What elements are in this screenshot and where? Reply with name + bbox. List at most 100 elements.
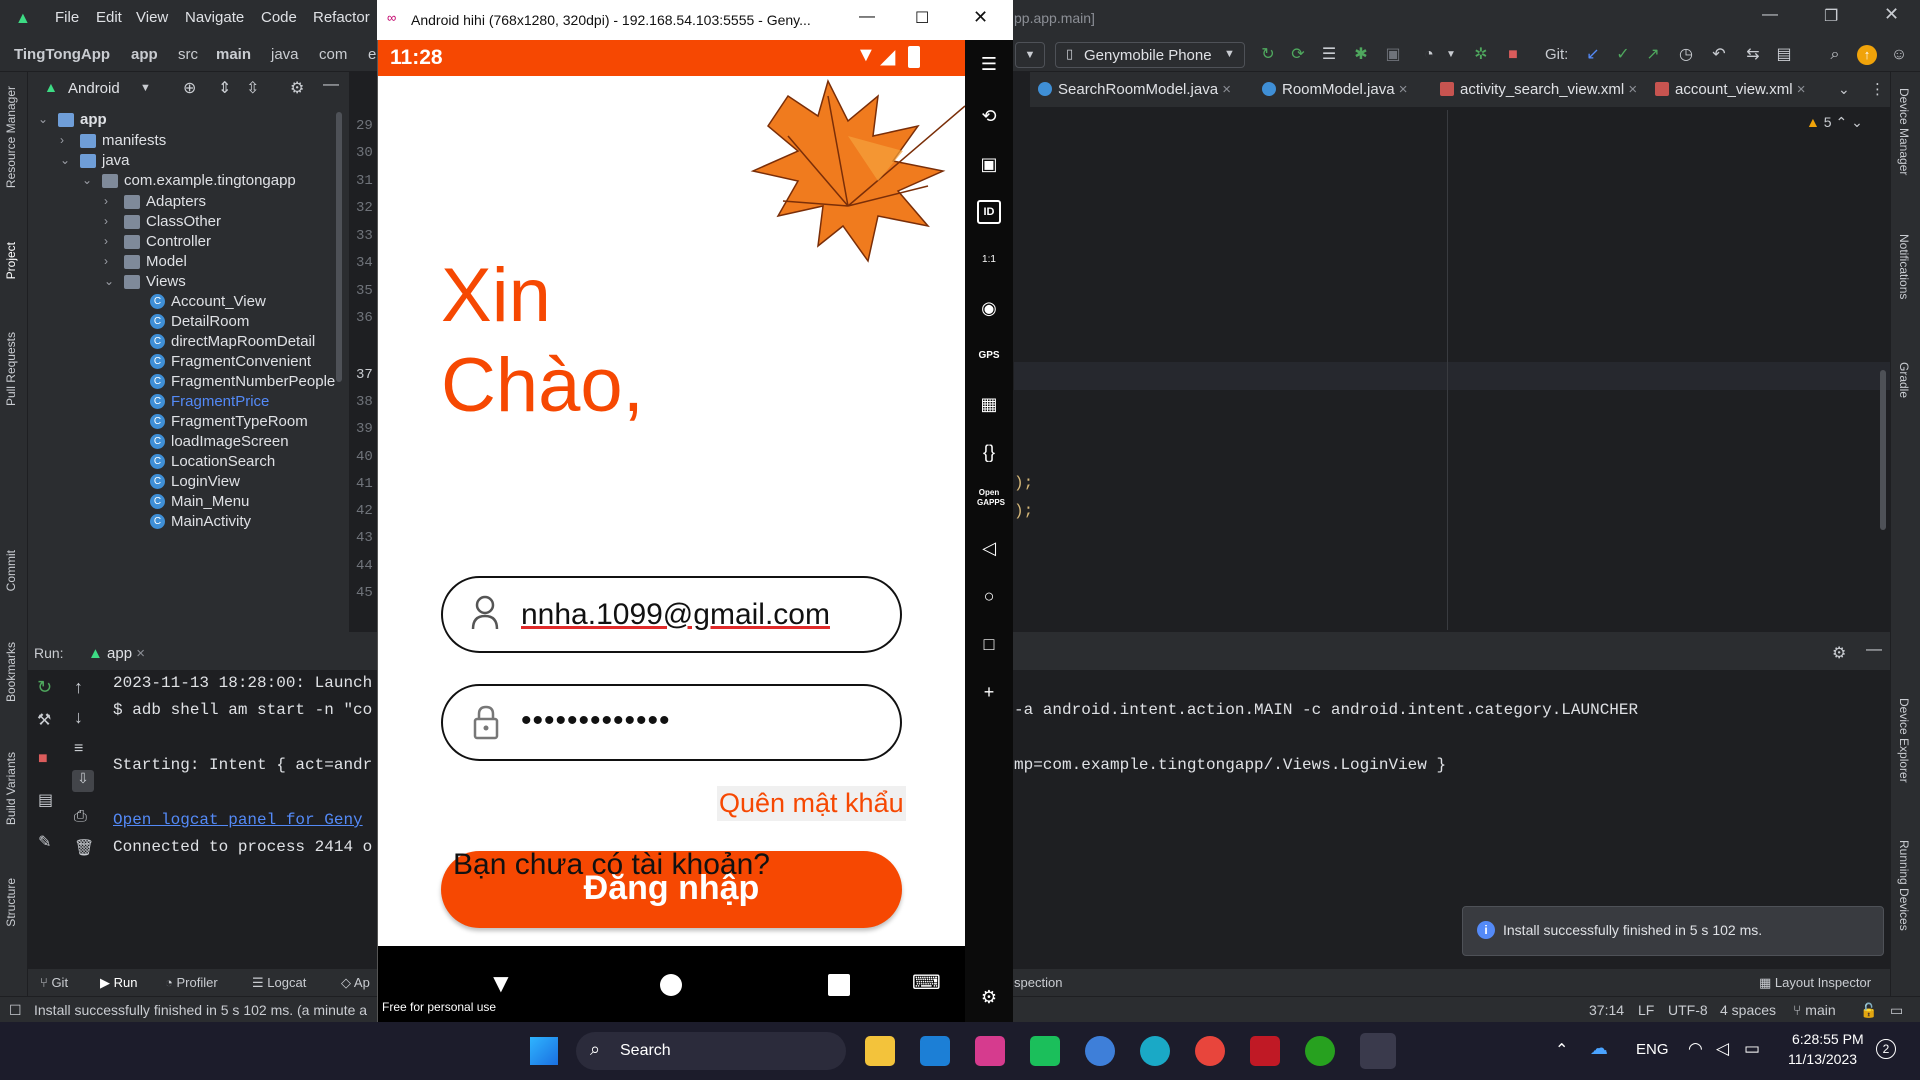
tool-tab-app-inspection[interactable]: spection [1014,975,1062,990]
stop-icon[interactable]: ■ [38,750,48,768]
chevron-down-icon[interactable]: ⌄ [82,173,92,187]
volume-icon[interactable]: ◁ [1716,1039,1729,1059]
tree-item-class[interactable]: C MainActivity [150,509,251,534]
email-field[interactable]: nnha.1099@gmail.com [441,576,902,653]
updates-icon[interactable]: ↑ [1857,45,1877,65]
sync-gradle-icon[interactable]: ⇆ [1742,44,1764,66]
layout-icon[interactable]: ☰ [1318,44,1340,66]
arrow-up-icon[interactable]: ↑ [74,677,83,698]
tab-activity-search-view[interactable]: activity_search_view.xml × [1440,81,1637,98]
ide-close-button[interactable]: ✕ [1884,4,1899,25]
install-notification[interactable]: i Install successfully finished in 5 s 1… [1462,906,1884,956]
chevron-right-icon[interactable]: › [104,254,108,268]
clock-date[interactable]: 11/13/2023 [1788,1051,1857,1067]
pixel-perfect-icon[interactable]: 1:1 [977,248,1001,272]
tool-device-explorer[interactable]: Device Explorer [1897,698,1911,783]
tabs-overflow-icon[interactable]: ⌄ [1838,81,1850,98]
breadcrumb-main[interactable]: main [216,46,251,63]
minimize-panel-icon[interactable]: — [1866,641,1882,659]
print-icon[interactable]: ⎙ [74,808,87,826]
nav-back-icon[interactable]: ▼ [488,968,514,999]
chevron-down-icon[interactable]: ⌄ [104,274,114,288]
profile-dropdown-icon[interactable]: ▼ [1440,44,1462,66]
editor-scrollbar[interactable] [1880,370,1886,530]
close-icon[interactable]: × [136,645,145,662]
file-encoding[interactable]: UTF-8 [1668,1002,1708,1018]
tool-build-variants[interactable]: Build Variants [4,752,18,825]
vscode-icon[interactable] [920,1036,950,1066]
profile-icon[interactable]: ◔ [1418,44,1440,66]
forgot-password-link[interactable]: Quên mật khẩu [717,786,906,821]
line-separator[interactable]: LF [1638,1002,1654,1018]
git-rollback-icon[interactable]: ↶ [1708,44,1730,66]
debug-icon[interactable]: ✱ [1350,44,1372,66]
tool-running-devices[interactable]: Running Devices [1897,840,1911,931]
chevron-down-icon[interactable]: ⌄ [38,112,48,126]
tool-pull-requests[interactable]: Pull Requests [4,332,18,406]
collapse-all-icon[interactable]: ⇳ [246,78,259,98]
git-push-icon[interactable]: ↗ [1642,44,1664,66]
menu-refactor[interactable]: Refactor [313,9,370,26]
scroll-to-end-icon[interactable]: ⇩ [72,770,94,792]
tool-tab-logcat[interactable]: ☰ Logcat [252,975,306,991]
gear-icon[interactable]: ⚙ [1832,643,1846,663]
tool-device-manager[interactable]: Device Manager [1897,88,1911,175]
layout-icon[interactable]: ▤ [38,790,53,810]
apply-changes-icon[interactable]: ⟳ [1287,44,1309,66]
status-message[interactable]: Install successfully finished in 5 s 102… [34,1002,367,1018]
tool-project[interactable]: Project [4,242,18,279]
intellij-icon[interactable] [975,1036,1005,1066]
tab-account-view[interactable]: account_view.xml × [1655,81,1806,98]
more-options-icon[interactable]: ⋮ [1870,80,1885,98]
memory-icon[interactable]: ▭ [1890,1002,1903,1019]
wifi-icon[interactable]: ◠ [1688,1039,1703,1059]
back-icon[interactable]: ◁ [977,536,1001,560]
ide-restore-button[interactable]: ❐ [1824,6,1838,26]
android-studio-icon[interactable] [1085,1036,1115,1066]
cursor-position[interactable]: 37:14 [1589,1002,1624,1018]
tool-tab-git[interactable]: ⑂ Git [40,975,68,990]
expand-all-icon[interactable]: ⇕ [218,78,231,98]
language-indicator[interactable]: ENG [1636,1041,1669,1058]
onedrive-icon[interactable]: ☁ [1590,1038,1608,1059]
camera-icon[interactable]: ▣ [977,152,1001,176]
device-manager-icon[interactable]: ▤ [1773,44,1795,66]
stop-icon[interactable]: ■ [1502,44,1524,66]
minimize-panel-icon[interactable]: — [323,76,339,94]
tool-bookmarks[interactable]: Bookmarks [4,642,18,702]
emu-close-button[interactable]: ✕ [973,7,988,28]
gear-icon[interactable]: ⚙ [290,78,304,98]
tool-notifications[interactable]: Notifications [1897,234,1911,299]
tool-tab-run[interactable]: ▶ Run [100,975,137,991]
battery-icon[interactable]: ▭ [1744,1039,1760,1059]
attach-debugger-icon[interactable]: ▣ [1382,44,1404,66]
breadcrumb-app[interactable]: app [131,46,158,63]
chevron-down-icon[interactable]: ⌄ [60,153,70,167]
run-config-tab[interactable]: ▲ app × [88,645,145,662]
device-id-icon[interactable]: ID [977,200,1001,224]
lock-icon[interactable]: 🔓 [1860,1002,1877,1019]
wrench-icon[interactable]: ⚒ [37,710,51,730]
genymotion-taskbar-icon[interactable] [1360,1033,1396,1069]
indent-setting[interactable]: 4 spaces [1720,1002,1776,1018]
rotate-icon[interactable]: ⟲ [977,104,1001,128]
taskbar-search[interactable]: ⌕ Search [576,1032,846,1070]
home-icon[interactable]: ○ [977,584,1001,608]
chevron-up-icon[interactable]: ⌃ [1555,1040,1568,1060]
chrome-icon[interactable] [1195,1036,1225,1066]
keyboard-icon[interactable]: ⌨ [912,970,941,995]
tool-tab-app-quality[interactable]: ◇ Ap [341,975,370,991]
chevron-right-icon[interactable]: › [104,214,108,228]
tool-commit[interactable]: Commit [4,550,18,591]
chevron-right-icon[interactable]: › [60,133,64,147]
pin-icon[interactable]: ✎ [38,832,51,852]
config-dropdown[interactable]: ▼ [1015,42,1045,68]
ide-minimize-button[interactable]: — [1762,6,1778,24]
clock-time[interactable]: 6:28:55 PM [1792,1031,1864,1047]
git-branch[interactable]: ⑂ main [1793,1002,1836,1018]
git-commit-icon[interactable]: ✓ [1612,44,1634,66]
status-checkbox-icon[interactable]: ☐ [9,1002,22,1019]
account-icon[interactable]: ☺ [1888,44,1910,66]
notification-badge[interactable]: 2 [1876,1039,1896,1059]
tab-room-model[interactable]: RoomModel.java × [1262,81,1408,98]
